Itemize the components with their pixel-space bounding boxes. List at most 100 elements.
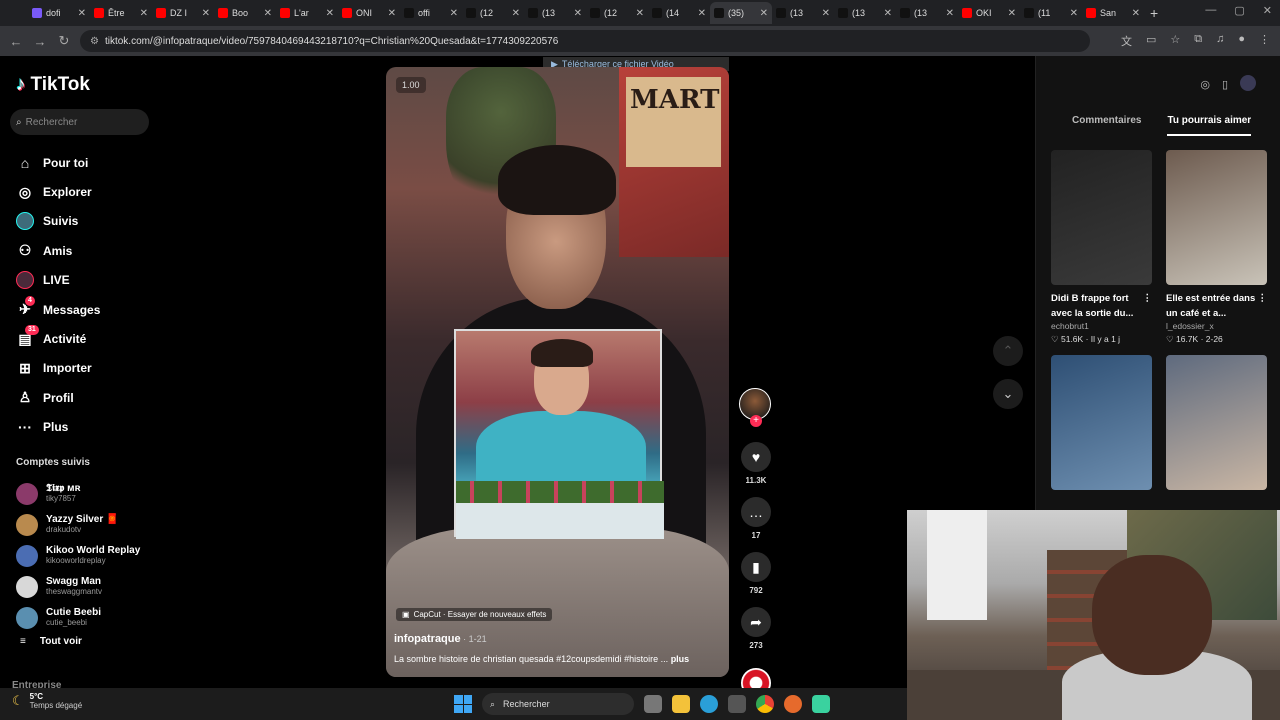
app-icon[interactable] (812, 695, 830, 713)
nav-item-live[interactable]: LIVE (16, 266, 100, 295)
followed-account[interactable]: Swagg Man theswaggmantv (16, 571, 140, 602)
browser-tab[interactable]: L'ar ✕ (276, 2, 338, 24)
forward-icon[interactable]: → (28, 34, 52, 49)
share-action[interactable]: ➦ 273 (737, 607, 775, 650)
nav-item-importer[interactable]: ⊞ Importer (16, 354, 100, 383)
edge-icon[interactable] (700, 695, 718, 713)
back-icon[interactable]: ← (4, 34, 28, 49)
browser-tab[interactable]: (11 ✕ (1020, 2, 1082, 24)
translate-icon[interactable]: 文 (1121, 33, 1132, 49)
video-player[interactable]: MART 1.00 ▣ CapCut · Essayer de nouveaux… (386, 67, 729, 677)
browser-tab[interactable]: (35) ✕ (710, 2, 772, 24)
browser-tab[interactable]: (13 ✕ (772, 2, 834, 24)
device-icon[interactable]: ▯ (1222, 78, 1228, 91)
browser-tab[interactable]: (12 ✕ (586, 2, 648, 24)
minimize-icon[interactable]: — (1205, 4, 1216, 17)
recommendation-card[interactable]: Elle est entrée dans un café et a... ⋮ l_e… (1166, 150, 1267, 345)
chrome-icon[interactable] (756, 695, 774, 713)
more-button[interactable]: plus (671, 654, 690, 664)
nav-item-explorer[interactable]: ◎ Explorer (16, 177, 100, 206)
close-tab-icon[interactable]: ✕ (946, 8, 954, 19)
windows-start-icon[interactable] (454, 695, 472, 713)
browser-tab[interactable]: DZ I ✕ (152, 2, 214, 24)
close-tab-icon[interactable]: ✕ (760, 8, 768, 19)
previous-video-button[interactable]: ⌃ (993, 336, 1023, 366)
save-action[interactable]: ▮ 792 (737, 552, 775, 595)
browser-tab[interactable]: (13 ✕ (896, 2, 958, 24)
address-bar[interactable]: ⚙ tiktok.com/@infopatraque/video/7597840… (80, 30, 1090, 52)
browser-tab[interactable]: (13 ✕ (524, 2, 586, 24)
comment-action[interactable]: … 17 (737, 497, 775, 540)
heart-icon[interactable]: ♥ (741, 442, 771, 472)
browser-tab[interactable]: OKI ✕ (958, 2, 1020, 24)
close-tab-icon[interactable]: ✕ (698, 8, 706, 19)
tiktok-logo[interactable]: ♪ TikTok (16, 74, 90, 96)
close-tab-icon[interactable]: ✕ (822, 8, 830, 19)
card-more-icon[interactable]: ⋮ (1258, 291, 1268, 321)
file-explorer-icon[interactable] (672, 695, 690, 713)
explore-icon[interactable]: ◎ (1200, 78, 1210, 91)
close-tab-icon[interactable]: ✕ (636, 8, 644, 19)
media-icon[interactable]: ♫ (1216, 33, 1224, 49)
browser-tab[interactable]: Boo ✕ (214, 2, 276, 24)
card-thumbnail[interactable] (1051, 355, 1152, 490)
capcut-effect-tag[interactable]: ▣ CapCut · Essayer de nouveaux effets (396, 608, 553, 621)
close-tab-icon[interactable]: ✕ (1070, 8, 1078, 19)
close-tab-icon[interactable]: ✕ (884, 8, 892, 19)
recommendation-card[interactable]: Didi B frappe fort avec la sortie du... ⋮… (1051, 150, 1152, 345)
new-tab-button[interactable]: + (1150, 5, 1158, 21)
bookmark-icon[interactable]: ▮ (741, 552, 771, 582)
browser-tab[interactable]: (12 ✕ (462, 2, 524, 24)
close-tab-icon[interactable]: ✕ (574, 8, 582, 19)
reload-icon[interactable]: ↻ (52, 33, 76, 49)
card-thumbnail[interactable] (1166, 355, 1267, 490)
recommendation-card[interactable] (1166, 355, 1267, 490)
extensions-icon[interactable]: ⧉ (1194, 33, 1202, 49)
card-thumbnail[interactable] (1051, 150, 1152, 285)
store-icon[interactable] (728, 695, 746, 713)
browser-tab[interactable]: San ✕ (1082, 2, 1144, 24)
maximize-icon[interactable]: ▢ (1234, 4, 1244, 17)
tab-comments[interactable]: Commentaires (1072, 115, 1141, 136)
site-info-icon[interactable]: ⚙ (90, 36, 99, 47)
playback-speed[interactable]: 1.00 (396, 77, 426, 93)
close-tab-icon[interactable]: ✕ (450, 8, 458, 19)
recommendation-card[interactable] (1051, 355, 1152, 490)
close-tab-icon[interactable]: ✕ (78, 8, 86, 19)
nav-item-plus[interactable]: ··· Plus (16, 413, 100, 442)
card-more-icon[interactable]: ⋮ (1143, 291, 1153, 321)
follow-plus-icon[interactable]: + (750, 415, 762, 427)
share-icon[interactable]: ➦ (741, 607, 771, 637)
firefox-icon[interactable] (784, 695, 802, 713)
followed-account[interactable]: Yazzy Silver 🧧 drakudotv (16, 509, 140, 540)
cast-icon[interactable]: ▭ (1146, 33, 1156, 49)
profile-icon[interactable]: ● (1238, 33, 1245, 49)
taskbar-search[interactable]: ⌕ Rechercher (482, 693, 634, 715)
browser-tab[interactable]: (13 ✕ (834, 2, 896, 24)
nav-item-messages[interactable]: ✈ 4 Messages (16, 295, 100, 324)
close-tab-icon[interactable]: ✕ (326, 8, 334, 19)
see-all-button[interactable]: ≡ Tout voir (20, 636, 82, 647)
creator-avatar[interactable]: + (739, 388, 771, 427)
card-thumbnail[interactable] (1166, 150, 1267, 285)
nav-item-amis[interactable]: ⚇ Amis (16, 236, 100, 265)
bookmark-star-icon[interactable]: ☆ (1170, 33, 1180, 49)
search-input[interactable]: ⌕ Rechercher (10, 109, 149, 135)
nav-item-activit[interactable]: ▤ 31 Activité (16, 324, 100, 353)
close-tab-icon[interactable]: ✕ (388, 8, 396, 19)
task-view-icon[interactable] (644, 695, 662, 713)
close-tab-icon[interactable]: ✕ (264, 8, 272, 19)
browser-tab[interactable]: offi ✕ (400, 2, 462, 24)
tab-recommendations[interactable]: Tu pourrais aimer (1167, 115, 1252, 136)
close-tab-icon[interactable]: ✕ (1008, 8, 1016, 19)
browser-tab[interactable]: dofi ✕ (28, 2, 90, 24)
video-author[interactable]: infopatraque · 1-21 (394, 633, 487, 645)
close-tab-icon[interactable]: ✕ (202, 8, 210, 19)
nav-item-profil[interactable]: ♙ Profil (16, 383, 100, 412)
followed-account[interactable]: 𝕿𝖎𝖝𝖕 ᴍʀ tiky7857 (16, 478, 140, 509)
weather-widget[interactable]: ☾ 5°C Temps dégagé (12, 692, 82, 710)
nav-item-pourtoi[interactable]: ⌂ Pour toi (16, 148, 100, 177)
browser-tab[interactable]: ONI ✕ (338, 2, 400, 24)
close-tab-icon[interactable]: ✕ (512, 8, 520, 19)
menu-icon[interactable]: ⋮ (1259, 33, 1270, 49)
